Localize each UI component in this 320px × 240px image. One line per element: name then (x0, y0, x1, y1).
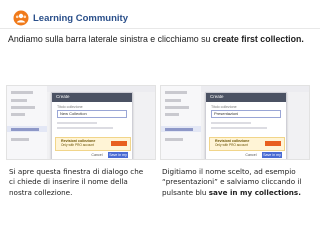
caption-right-bold: save in my collections. (208, 187, 301, 197)
dialog-header: Create (206, 93, 286, 102)
brand-name: Learning Community (33, 13, 129, 24)
screenshot-create-dialog: Create Titolo collezione New Collection … (6, 85, 156, 160)
cancel-button[interactable]: Cancel (90, 152, 104, 158)
cancel-button[interactable]: Cancel (244, 152, 258, 158)
collection-title-value: New Collection (60, 111, 87, 116)
slide-heading: Andiamo sulla barra laterale sinistra e … (8, 34, 314, 44)
dialog-title: Create (210, 94, 224, 99)
heading-text: Andiamo sulla barra laterale sinistra e … (8, 34, 213, 44)
collection-title-label: Titolo collezione (211, 105, 237, 109)
upgrade-button[interactable] (265, 141, 281, 146)
app-sidebar (7, 86, 47, 159)
dialog-header: Create (52, 93, 132, 102)
upgrade-button[interactable] (111, 141, 127, 146)
save-button[interactable]: Save in my coll. (262, 152, 282, 158)
warning-body: Only with PRO account (215, 143, 248, 147)
create-dialog: Create Titolo collezione Presentazioni R… (205, 92, 287, 159)
collection-title-input[interactable]: Presentazioni (211, 110, 281, 118)
collection-title-input[interactable]: New Collection (57, 110, 127, 118)
collection-title-value: Presentazioni (214, 111, 239, 116)
pro-warning-box: Revisioni collezione Only with PRO accou… (55, 137, 131, 151)
collection-title-label: Titolo collezione (57, 105, 83, 109)
caption-left: Si apre questa finestra di dialogo che c… (9, 167, 144, 197)
learning-community-logo-icon (13, 10, 29, 26)
pro-warning-box: Revisioni collezione Only with PRO accou… (209, 137, 285, 151)
dialog-title: Create (56, 94, 70, 99)
placeholder-line (57, 127, 113, 129)
caption-right: Digitiamo il nome scelto, ad esempio “pr… (162, 167, 317, 198)
placeholder-line (57, 122, 97, 124)
header-divider (0, 28, 320, 29)
create-dialog: Create Titolo collezione New Collection … (51, 92, 133, 159)
save-button[interactable]: Save in my coll. (108, 152, 128, 158)
screenshot-filled-dialog: Create Titolo collezione Presentazioni R… (160, 85, 310, 160)
placeholder-line (211, 127, 267, 129)
app-sidebar (161, 86, 201, 159)
placeholder-line (211, 122, 251, 124)
heading-bold: create first collection. (212, 34, 304, 44)
warning-body: Only with PRO account (61, 143, 94, 147)
